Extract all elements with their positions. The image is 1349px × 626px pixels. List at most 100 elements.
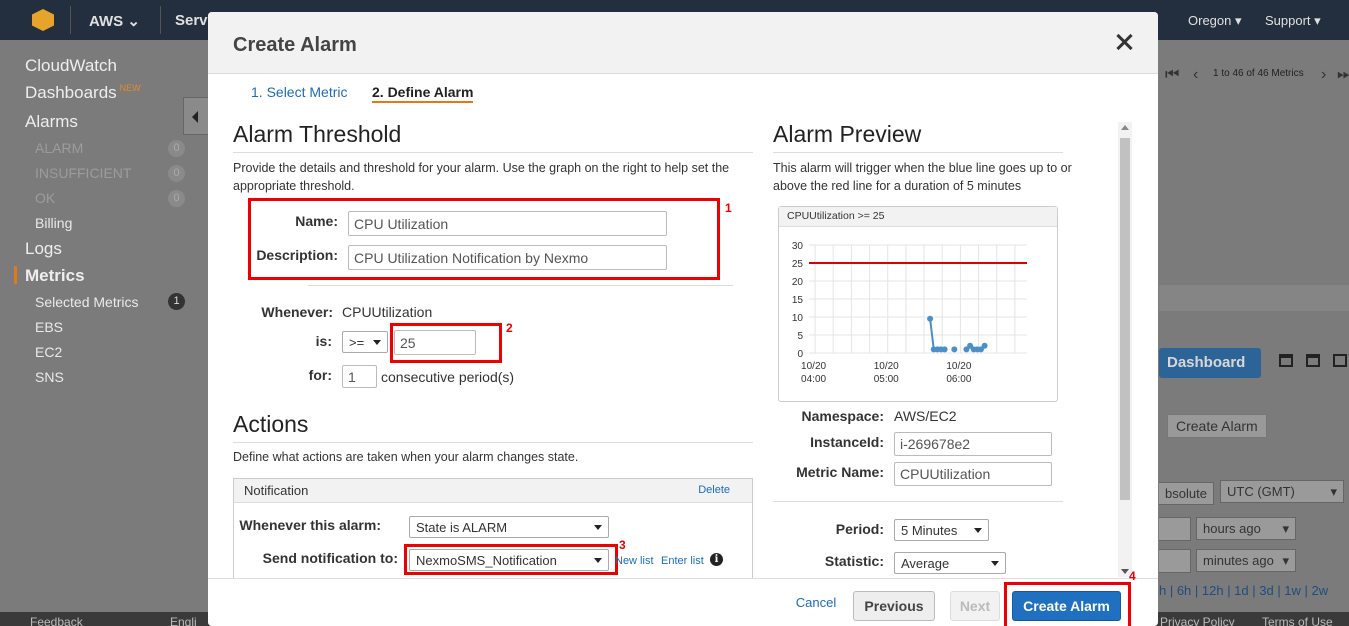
hours-ago-select[interactable]: hours ago ▾ bbox=[1196, 517, 1296, 540]
annotation-number-2: 2 bbox=[506, 321, 513, 335]
sidebar-item-selected-metrics[interactable]: Selected Metrics bbox=[35, 294, 138, 310]
sidebar-item-metrics[interactable]: Metrics bbox=[25, 266, 85, 286]
dashboard-button-label: Dashboard bbox=[1167, 354, 1245, 371]
preview-chart: CPUUtilization >= 25 0 5 10 15 20 25 30 10/20 04… bbox=[778, 206, 1058, 402]
step-select-metric[interactable]: 1. Select Metric bbox=[251, 84, 347, 100]
timezone-select[interactable]: UTC (GMT) ▾ bbox=[1220, 480, 1344, 503]
x-tick-label: 05:00 bbox=[874, 374, 899, 385]
y-tick-label: 5 bbox=[797, 331, 803, 342]
feedback-link[interactable]: Feedback bbox=[30, 615, 83, 626]
terms-link[interactable]: Terms of Use bbox=[1262, 615, 1333, 626]
metric-name-label: Metric Name: bbox=[796, 464, 884, 480]
last-page-icon[interactable]: ⏭ bbox=[1337, 66, 1349, 84]
periods-input[interactable] bbox=[342, 365, 377, 388]
next-button[interactable]: Next bbox=[950, 591, 1000, 621]
operator-select[interactable]: >= bbox=[342, 331, 388, 353]
statistic-select[interactable]: Average bbox=[894, 552, 1006, 574]
previous-button[interactable]: Previous bbox=[853, 591, 935, 621]
sidebar: CloudWatch Dashboards NEW Alarms ALARM 0 … bbox=[0, 40, 208, 612]
operator-value: >= bbox=[349, 335, 365, 350]
time-range-links[interactable]: h | 6h | 12h | 1d | 3d | 1w | 2w bbox=[1159, 583, 1328, 598]
aws-logo-icon[interactable] bbox=[32, 9, 54, 31]
annotation-number-3: 3 bbox=[619, 538, 626, 552]
alarm-preview-heading: Alarm Preview bbox=[773, 121, 922, 147]
absolute-tab[interactable]: bsolute bbox=[1159, 482, 1214, 505]
hours-input[interactable] bbox=[1159, 517, 1191, 541]
chevron-down-icon bbox=[594, 525, 602, 530]
sidebar-item-sns[interactable]: SNS bbox=[35, 369, 64, 385]
prev-page-icon[interactable]: ‹ bbox=[1193, 66, 1198, 84]
data-point bbox=[927, 315, 934, 322]
minutes-ago-select[interactable]: minutes ago ▾ bbox=[1196, 549, 1296, 572]
metric-name-field[interactable] bbox=[894, 462, 1052, 486]
minutes-input[interactable] bbox=[1159, 549, 1191, 573]
instance-field[interactable] bbox=[894, 432, 1052, 456]
divider bbox=[773, 152, 1063, 153]
y-tick-label: 15 bbox=[792, 295, 804, 306]
sidebar-item-label: Dashboards bbox=[25, 83, 117, 102]
is-label: is: bbox=[315, 333, 332, 349]
dialog-header: Create Alarm bbox=[208, 12, 1158, 74]
x-tick-label: 06:00 bbox=[946, 374, 971, 385]
for-label: for: bbox=[308, 367, 332, 383]
count-badge: 0 bbox=[168, 140, 185, 157]
sidebar-item-ec2[interactable]: EC2 bbox=[35, 344, 62, 360]
metrics-pager: 1 to 46 of 46 Metrics bbox=[1213, 68, 1304, 79]
dialog-scrollbar[interactable] bbox=[1118, 122, 1132, 577]
background-create-alarm-button[interactable]: Create Alarm bbox=[1167, 414, 1267, 438]
statistic-label: Statistic: bbox=[824, 553, 884, 569]
scroll-down-icon[interactable] bbox=[1121, 569, 1129, 574]
first-page-icon[interactable]: ⏮ bbox=[1165, 66, 1179, 84]
info-icon[interactable]: i bbox=[710, 553, 723, 566]
delete-link[interactable]: Delete bbox=[698, 484, 730, 496]
nav-divider bbox=[70, 6, 71, 34]
sidebar-item-ok[interactable]: OK bbox=[35, 190, 55, 206]
window-icon[interactable] bbox=[1333, 354, 1347, 367]
sidebar-item-billing[interactable]: Billing bbox=[35, 215, 72, 231]
divider bbox=[308, 285, 733, 286]
support-menu[interactable]: Support ▾ bbox=[1265, 13, 1321, 29]
enter-list-link[interactable]: Enter list bbox=[661, 555, 704, 567]
services-menu[interactable]: Serv bbox=[175, 12, 208, 29]
nav-divider bbox=[160, 6, 161, 34]
sidebar-item-insufficient[interactable]: INSUFFICIENT bbox=[35, 165, 131, 181]
active-indicator bbox=[14, 266, 17, 284]
language-link[interactable]: Engli bbox=[170, 615, 197, 626]
sidebar-item-alarms[interactable]: Alarms bbox=[25, 112, 78, 132]
y-tick-label: 0 bbox=[797, 349, 803, 360]
scroll-up-icon[interactable] bbox=[1121, 125, 1129, 130]
sidebar-collapse-toggle[interactable] bbox=[183, 97, 208, 135]
add-to-dashboard-button[interactable]: Dashboard bbox=[1159, 348, 1261, 378]
window-icon[interactable] bbox=[1279, 354, 1293, 367]
dialog-title: Create Alarm bbox=[233, 34, 357, 56]
scroll-thumb[interactable] bbox=[1120, 138, 1130, 500]
region-label: Oregon bbox=[1188, 13, 1232, 28]
new-list-link[interactable]: New list bbox=[615, 555, 654, 567]
background-selected-row bbox=[1159, 285, 1349, 311]
sidebar-item-logs[interactable]: Logs bbox=[25, 239, 62, 259]
annotation-box-1 bbox=[248, 198, 720, 280]
close-icon[interactable] bbox=[1116, 34, 1132, 50]
chevron-down-icon bbox=[991, 561, 999, 566]
sidebar-item-cloudwatch[interactable]: CloudWatch bbox=[25, 56, 117, 76]
period-select[interactable]: 5 Minutes bbox=[894, 519, 989, 541]
minutes-ago-label: minutes ago bbox=[1203, 553, 1274, 568]
create-alarm-dialog: Create Alarm 1. Select Metric 2. Define … bbox=[208, 12, 1158, 626]
new-badge: NEW bbox=[119, 83, 141, 93]
sidebar-item-dashboards[interactable]: Dashboards NEW bbox=[25, 83, 141, 103]
alarm-threshold-heading: Alarm Threshold bbox=[233, 121, 402, 147]
next-page-icon[interactable]: › bbox=[1321, 66, 1326, 84]
alarm-state-select[interactable]: State is ALARM bbox=[409, 516, 609, 538]
annotation-number-4: 4 bbox=[1129, 569, 1136, 583]
step-define-alarm[interactable]: 2. Define Alarm bbox=[372, 84, 474, 103]
annotation-box-3 bbox=[404, 544, 618, 575]
cancel-button[interactable]: Cancel bbox=[791, 589, 841, 619]
sidebar-item-alarm[interactable]: ALARM bbox=[35, 140, 83, 156]
sidebar-item-ebs[interactable]: EBS bbox=[35, 319, 63, 335]
privacy-link[interactable]: Privacy Policy bbox=[1160, 615, 1235, 626]
region-menu[interactable]: Oregon ▾ bbox=[1188, 13, 1242, 29]
aws-menu[interactable]: AWS ⌄ bbox=[89, 12, 140, 30]
support-label: Support bbox=[1265, 13, 1311, 28]
window-icon[interactable] bbox=[1306, 354, 1320, 367]
chart-svg: 0 5 10 15 20 25 30 10/20 04:00 10/20 05:00 10/20 06:… bbox=[792, 241, 1027, 385]
